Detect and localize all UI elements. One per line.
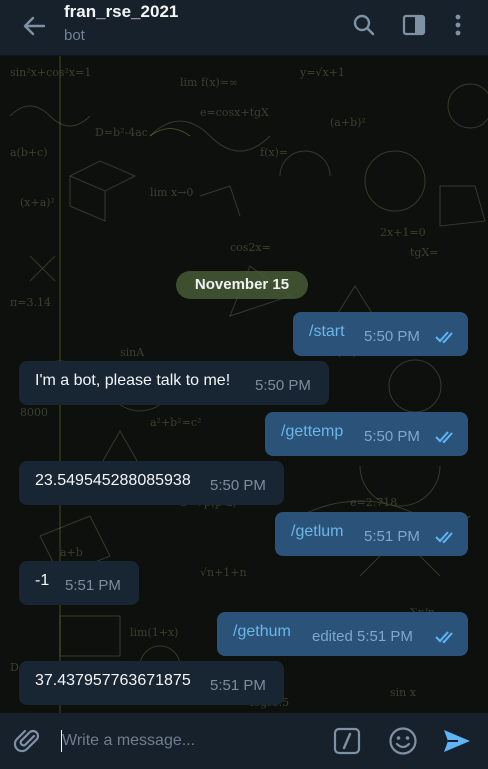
slash-command-icon[interactable] <box>333 727 361 755</box>
message-time: 5:50 PM <box>210 477 266 494</box>
emoji-icon[interactable] <box>388 726 418 756</box>
message-time: edited 5:51 PM <box>312 628 413 645</box>
svg-text:sinA: sinA <box>120 346 145 359</box>
double-check-icon <box>435 631 453 644</box>
double-check-icon <box>435 331 453 344</box>
svg-text:(a+b)²: (a+b)² <box>330 116 366 129</box>
message-text: -1 <box>35 572 50 589</box>
double-check-icon <box>435 431 453 444</box>
svg-text:sin x: sin x <box>390 686 417 699</box>
message-time: 5:50 PM <box>255 377 311 394</box>
svg-text:a²+b²=c²: a²+b²=c² <box>150 416 201 429</box>
message-time: 5:50 PM <box>364 328 420 345</box>
svg-text:lim(1+x): lim(1+x) <box>130 626 178 639</box>
svg-text:a+b: a+b <box>60 546 83 559</box>
message-incoming[interactable]: I'm a bot, please talk to me! 5:50 PM <box>19 361 329 405</box>
search-icon[interactable] <box>351 12 377 38</box>
message-composer <box>0 713 488 769</box>
svg-text:f(x)=: f(x)= <box>260 146 288 159</box>
message-text: 37.437957763671875 <box>35 672 191 689</box>
svg-text:(x+a)²: (x+a)² <box>20 196 55 209</box>
message-time: 5:50 PM <box>364 428 420 445</box>
sidebar-toggle-icon[interactable] <box>401 12 427 38</box>
svg-text:√n+1+n: √n+1+n <box>200 566 247 579</box>
chat-header: fran_rse_2021 bot <box>0 0 488 56</box>
message-incoming[interactable]: 37.437957763671875 5:51 PM <box>19 661 284 705</box>
message-text: /start <box>309 323 345 340</box>
svg-text:lim f(x)=∞: lim f(x)=∞ <box>180 76 238 89</box>
svg-text:sin²x+cos²x=1: sin²x+cos²x=1 <box>10 66 91 79</box>
chat-status: bot <box>64 27 85 44</box>
message-text: /gettemp <box>281 423 344 440</box>
message-text: /gethum <box>233 623 291 640</box>
double-check-icon <box>435 531 453 544</box>
message-time: 5:51 PM <box>364 528 420 545</box>
date-separator: November 15 <box>176 271 308 299</box>
svg-text:2x+1=0: 2x+1=0 <box>380 226 426 239</box>
chat-title[interactable]: fran_rse_2021 <box>64 2 178 22</box>
message-text: /getlum <box>291 523 344 540</box>
svg-text:y=√x+1: y=√x+1 <box>299 66 345 79</box>
message-text: 23.549545288085938 <box>35 472 191 489</box>
send-icon[interactable] <box>442 727 472 755</box>
svg-text:tgX=: tgX= <box>410 246 439 259</box>
message-outgoing[interactable]: /gettemp 5:50 PM <box>265 412 468 456</box>
message-time: 5:51 PM <box>210 677 266 694</box>
message-input[interactable] <box>62 729 312 753</box>
message-outgoing[interactable]: /start 5:50 PM <box>293 312 468 356</box>
more-vertical-icon[interactable] <box>445 12 471 38</box>
svg-text:e=cosx+tgX: e=cosx+tgX <box>200 106 269 119</box>
svg-text:π=3.14: π=3.14 <box>10 296 51 309</box>
svg-text:a(b+c): a(b+c) <box>10 146 48 159</box>
svg-text:e=2.718: e=2.718 <box>350 496 397 509</box>
message-incoming[interactable]: 23.549545288085938 5:50 PM <box>19 461 284 505</box>
message-list[interactable]: sin²x+cos²x=1 lim f(x)=∞ y=√x+1 e=cosx+t… <box>0 56 488 713</box>
message-text: I'm a bot, please talk to me! <box>35 372 231 389</box>
svg-text:cos2x=: cos2x= <box>230 241 271 254</box>
message-outgoing[interactable]: /gethum edited 5:51 PM <box>217 612 468 656</box>
svg-text:lim x→0: lim x→0 <box>150 186 193 199</box>
arrow-left-icon[interactable] <box>18 10 50 42</box>
paperclip-icon[interactable] <box>14 727 42 755</box>
message-time: 5:51 PM <box>65 577 121 594</box>
svg-text:D=b²-4ac: D=b²-4ac <box>95 126 148 139</box>
message-incoming[interactable]: -1 5:51 PM <box>19 561 139 605</box>
message-outgoing[interactable]: /getlum 5:51 PM <box>275 512 468 556</box>
svg-text:8000: 8000 <box>20 406 48 419</box>
